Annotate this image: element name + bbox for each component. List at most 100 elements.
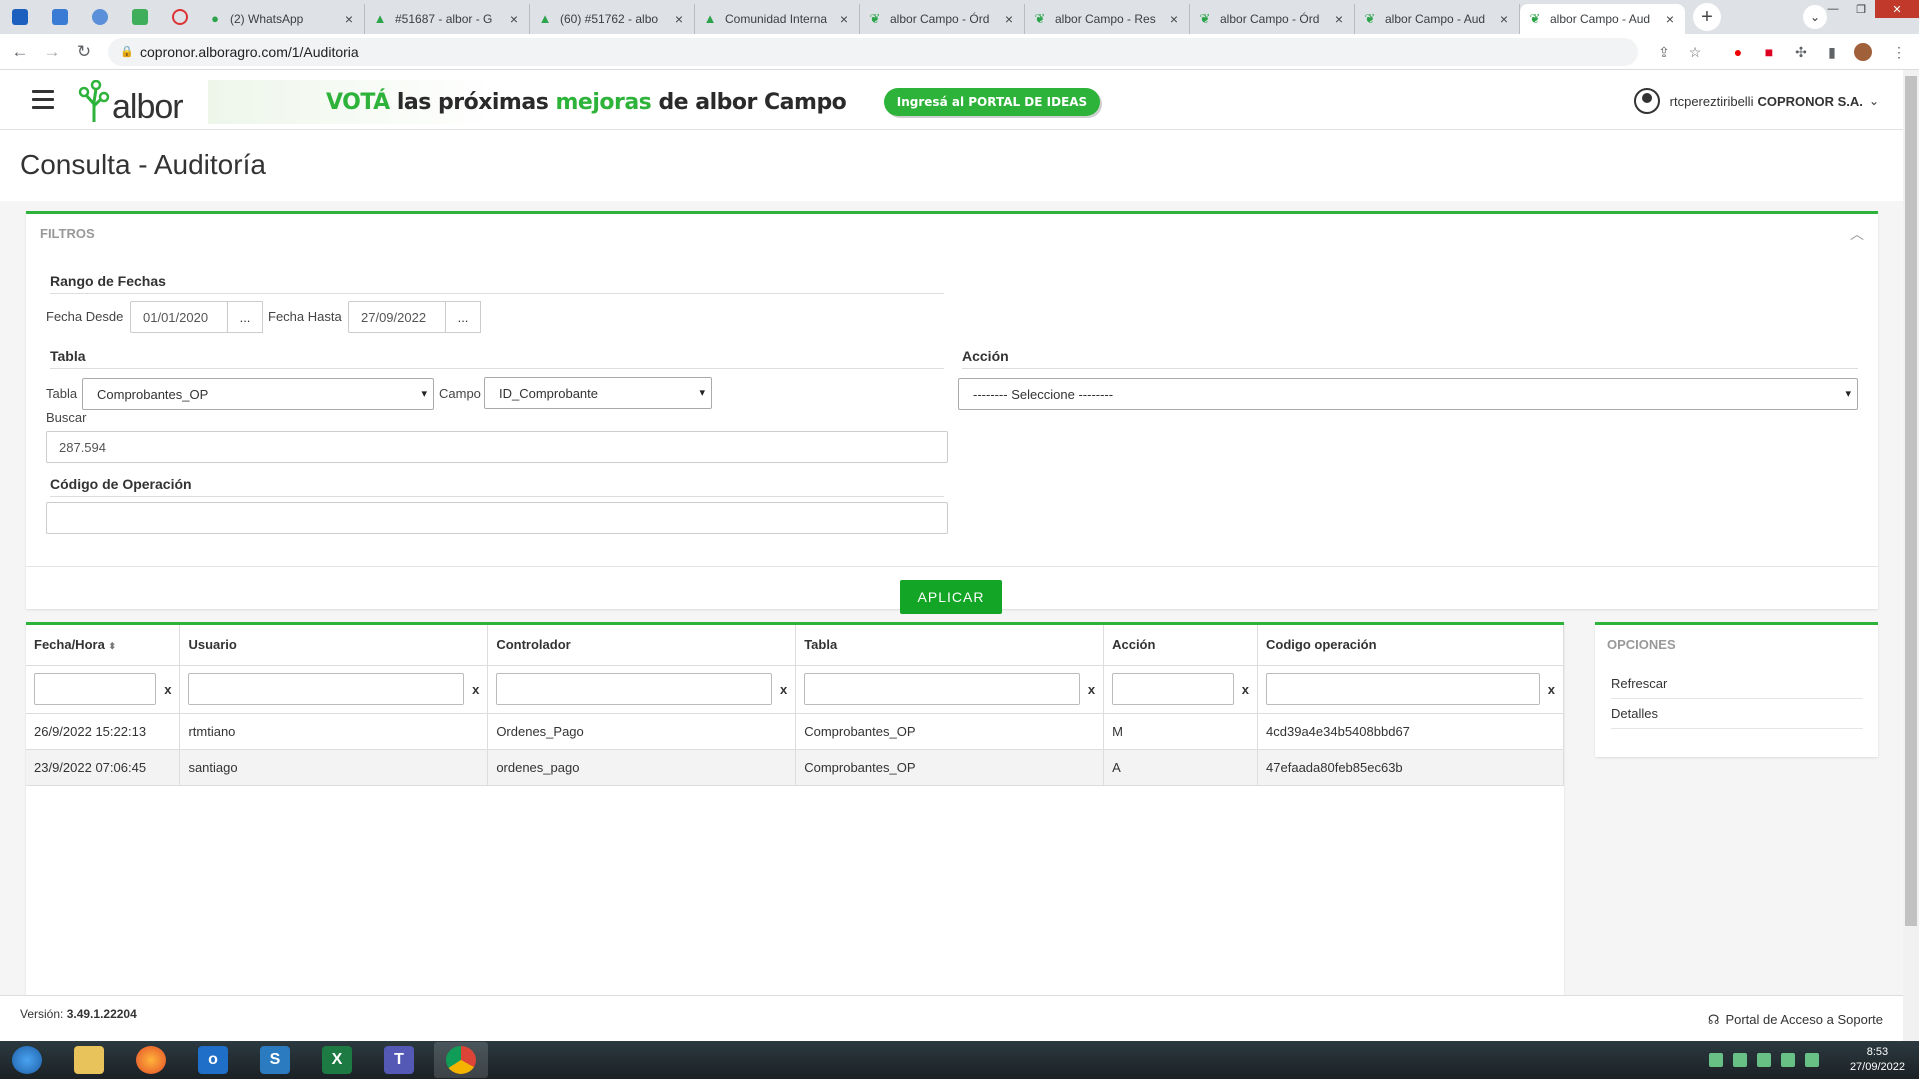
pinned-tab-5[interactable] [160, 0, 200, 34]
reload-icon[interactable]: ↻ [72, 40, 96, 64]
ideas-banner[interactable]: VOTÁ las próximas mejoras de albor Campo… [208, 80, 1168, 124]
tab-albor-campo-1[interactable]: ❦ albor Campo - Órd × [860, 4, 1025, 34]
taskbar-chrome[interactable] [434, 1042, 488, 1078]
filter-tabla-input[interactable] [804, 673, 1080, 705]
tab-albor-campo-3[interactable]: ❦ albor Campo - Órd × [1190, 4, 1355, 34]
back-icon[interactable]: ← [8, 40, 32, 64]
column-header-codigo[interactable]: Codigo operación [1257, 625, 1564, 666]
close-icon[interactable]: × [1002, 11, 1016, 27]
close-icon[interactable]: × [672, 11, 686, 27]
close-icon[interactable]: × [1332, 11, 1346, 27]
tab-albor-51687[interactable]: ▲ #51687 - albor - G × [365, 4, 530, 34]
address-bar-row: ← → ↻ 🔒 copronor.alboragro.com/1/Auditor… [0, 34, 1919, 70]
share-icon[interactable]: ⇪ [1655, 43, 1673, 61]
hamburger-menu-icon[interactable] [32, 90, 54, 114]
sort-icon[interactable]: ⬍ [108, 641, 116, 651]
minimize-icon[interactable]: — [1819, 0, 1847, 18]
pinned-tab-3[interactable] [80, 0, 120, 34]
start-button[interactable] [0, 1042, 54, 1078]
albor-logo[interactable]: albor [74, 78, 184, 124]
clear-filter-button[interactable]: x [1548, 682, 1555, 697]
extensions-puzzle-icon[interactable]: ✣ [1792, 43, 1810, 61]
filter-codigo-input[interactable] [1266, 673, 1540, 705]
fecha-hasta-input[interactable]: 27/09/2022 [348, 301, 446, 333]
restore-icon[interactable]: ❐ [1847, 0, 1875, 18]
tray-network-icon[interactable] [1781, 1053, 1795, 1067]
campo-select[interactable]: ID_Comprobante ▾ [484, 377, 712, 409]
taskbar-excel[interactable]: X [310, 1042, 364, 1078]
filter-accion-input[interactable] [1112, 673, 1234, 705]
tab-albor-campo-active[interactable]: ❦ albor Campo - Aud × [1520, 4, 1685, 34]
clear-filter-button[interactable]: x [164, 682, 171, 697]
close-icon[interactable]: × [837, 11, 851, 27]
detalles-option[interactable]: Detalles [1611, 699, 1863, 729]
tabla-select[interactable]: Comprobantes_OP ▾ [82, 378, 434, 410]
tray-chevron-icon[interactable] [1709, 1053, 1723, 1067]
support-portal-link[interactable]: ☊ Portal de Acceso a Soporte [1708, 1012, 1883, 1028]
side-panel-icon[interactable]: ▮ [1823, 43, 1841, 61]
taskbar-skype[interactable]: S [248, 1042, 302, 1078]
bookmark-star-icon[interactable]: ☆ [1686, 43, 1704, 61]
clear-filter-button[interactable]: x [780, 682, 787, 697]
opera-extension-icon[interactable]: ● [1729, 43, 1747, 61]
table-row[interactable]: 26/9/2022 15:22:13 rtmtiano Ordenes_Pago… [26, 713, 1564, 750]
column-header-usuario[interactable]: Usuario [179, 625, 489, 666]
pinned-tab-2[interactable] [40, 0, 80, 34]
taskbar-teams[interactable]: T [372, 1042, 426, 1078]
aplicar-button[interactable]: APLICAR [900, 580, 1002, 614]
filter-fecha-input[interactable] [34, 673, 157, 705]
clear-filter-button[interactable]: x [1088, 682, 1095, 697]
portal-ideas-button[interactable]: Ingresá al PORTAL DE IDEAS [884, 88, 1100, 116]
table-row[interactable]: 23/9/2022 07:06:45 santiago ordenes_pago… [26, 749, 1564, 786]
close-window-icon[interactable]: ✕ [1875, 0, 1919, 18]
tray-pen-icon[interactable] [1733, 1053, 1747, 1067]
close-icon[interactable]: × [1663, 11, 1677, 27]
taskbar-explorer[interactable] [62, 1042, 116, 1078]
fecha-desde-input[interactable]: 01/01/2020 [130, 301, 228, 333]
fecha-desde-picker-button[interactable]: ... [227, 301, 263, 333]
close-icon[interactable]: × [507, 11, 521, 27]
extension-red-icon[interactable]: ■ [1760, 43, 1778, 61]
taskbar-outlook[interactable]: o [186, 1042, 240, 1078]
codigo-operacion-input[interactable] [46, 502, 948, 534]
page-scrollbar[interactable] [1903, 70, 1919, 1041]
sprout-icon: ❦ [1529, 11, 1541, 26]
cell-fecha: 26/9/2022 15:22:13 [26, 713, 181, 750]
tab-whatsapp[interactable]: ● (2) WhatsApp × [200, 4, 365, 34]
user-menu[interactable]: rtcpereztiribelli COPRONOR S.A. ⌄ [1633, 88, 1879, 114]
cell-tabla: Comprobantes_OP [795, 713, 1105, 750]
tray-app-icon[interactable] [1757, 1053, 1771, 1067]
tray-volume-icon[interactable] [1805, 1053, 1819, 1067]
tab-albor-campo-4[interactable]: ❦ albor Campo - Aud × [1355, 4, 1520, 34]
buscar-input[interactable]: 287.594 [46, 431, 948, 463]
refrescar-option[interactable]: Refrescar [1611, 669, 1863, 699]
new-tab-button[interactable]: + [1693, 3, 1721, 31]
lock-icon[interactable]: 🔒 [120, 45, 134, 58]
url-field[interactable]: 🔒 copronor.alboragro.com/1/Auditoria [108, 38, 1638, 66]
column-header-controlador[interactable]: Controlador [487, 625, 797, 666]
tab-albor-51762[interactable]: ▲ (60) #51762 - albo × [530, 4, 695, 34]
column-header-fecha[interactable]: Fecha/Hora ⬍ [26, 625, 181, 666]
taskbar-clock[interactable]: 8:53 27/09/2022 [1850, 1045, 1905, 1075]
close-icon[interactable]: × [342, 11, 356, 27]
menu-kebab-icon[interactable]: ⋮ [1890, 43, 1908, 61]
taskbar-firefox[interactable] [124, 1042, 178, 1078]
column-header-tabla[interactable]: Tabla [795, 625, 1105, 666]
pinned-tab-4[interactable] [120, 0, 160, 34]
profile-avatar-icon[interactable] [1854, 43, 1872, 61]
filter-controlador-input[interactable] [496, 673, 772, 705]
forward-icon[interactable]: → [40, 40, 64, 64]
clear-filter-button[interactable]: x [472, 682, 479, 697]
scrollbar-thumb[interactable] [1905, 76, 1917, 926]
close-icon[interactable]: × [1497, 11, 1511, 27]
close-icon[interactable]: × [1167, 11, 1181, 27]
fecha-hasta-picker-button[interactable]: ... [445, 301, 481, 333]
accion-select[interactable]: -------- Seleccione -------- ▾ [958, 378, 1858, 410]
pinned-tab-word[interactable] [0, 0, 40, 34]
tab-comunidad[interactable]: ▲ Comunidad Interna × [695, 4, 860, 34]
tab-albor-campo-2[interactable]: ❦ albor Campo - Res × [1025, 4, 1190, 34]
column-header-accion[interactable]: Acción [1103, 625, 1259, 666]
clear-filter-button[interactable]: x [1242, 682, 1249, 697]
filter-usuario-input[interactable] [188, 673, 465, 705]
chevron-up-icon[interactable]: ︿ [1850, 224, 1864, 244]
